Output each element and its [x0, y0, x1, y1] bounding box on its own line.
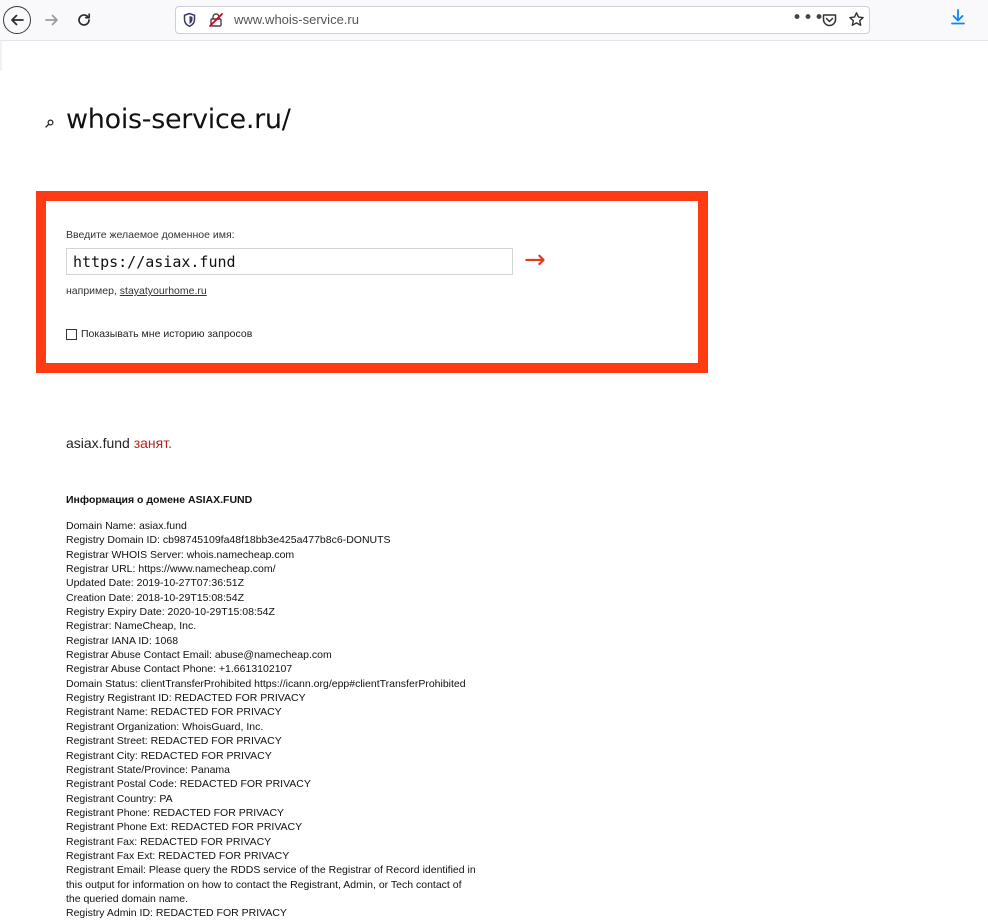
whois-line: the queried domain name. [66, 892, 188, 905]
whois-line: Registrant Fax Ext: REDACTED FOR PRIVACY [66, 849, 290, 862]
whois-line: Domain Name: asiax.fund [66, 520, 187, 532]
site-title[interactable]: whois-service.ru/ [66, 104, 291, 135]
arrow-left-icon [11, 14, 24, 26]
whois-line: Registrant Country: PA [66, 792, 173, 805]
history-label: Показывать мне историю запросов [81, 328, 253, 340]
domain-search-form: Введите желаемое доменное имя: → наприме… [36, 191, 708, 373]
magnifier-icon [45, 117, 54, 131]
page-edge [0, 41, 2, 71]
whois-line: Registrar Abuse Contact Email: abuse@nam… [66, 649, 332, 662]
tracking-shield-icon[interactable] [182, 12, 197, 32]
insecure-lock-icon[interactable] [208, 12, 224, 32]
whois-line: Registrant Organization: WhoisGuard, Inc… [66, 720, 264, 733]
whois-line: Registrant Street: REDACTED FOR PRIVACY [66, 735, 282, 748]
submit-arrow-button[interactable]: → [524, 246, 546, 274]
whois-line: Updated Date: 2019-10-27T07:36:51Z [66, 577, 245, 590]
arrow-right-icon [45, 14, 58, 26]
whois-line: Registrar Abuse Contact Phone: +1.661310… [66, 663, 293, 676]
whois-line: Registrar IANA ID: 1068 [66, 634, 179, 647]
whois-line: Registry Admin ID: REDACTED FOR PRIVACY [66, 907, 287, 920]
reload-button[interactable] [70, 6, 98, 34]
whois-line: Registrant Postal Code: REDACTED FOR PRI… [66, 778, 311, 791]
example-hint: например, stayatyourhome.ru [66, 285, 207, 297]
whois-line: Registrant City: REDACTED FOR PRIVACY [66, 749, 272, 762]
whois-line: Registrant Email: Please query the RDDS … [66, 864, 476, 877]
download-button[interactable] [950, 8, 966, 30]
domain-prompt-label: Введите желаемое доменное имя: [66, 229, 235, 241]
whois-line: Creation Date: 2018-10-29T15:08:54Z [66, 591, 245, 604]
toolbar-divider [0, 40, 988, 41]
whois-line: Registrant Name: REDACTED FOR PRIVACY [66, 706, 282, 719]
history-checkbox[interactable] [66, 328, 77, 340]
pocket-icon[interactable] [821, 12, 838, 32]
example-prefix: например, [66, 285, 117, 297]
domain-input[interactable] [66, 248, 513, 275]
address-bar[interactable]: www.whois-service.ru ••• [175, 6, 870, 34]
whois-line: Registrant Phone: REDACTED FOR PRIVACY [66, 806, 285, 819]
whois-line: Registrant State/Province: Panama [66, 763, 231, 776]
whois-record: Domain Name: asiax.fund Registry Domain I… [66, 519, 526, 921]
whois-line: Registry Expiry Date: 2020-10-29T15:08:5… [66, 606, 275, 619]
forward-button[interactable] [38, 6, 66, 34]
domain-status-line: asiax.fund занят. [66, 435, 172, 451]
star-icon[interactable] [848, 11, 865, 32]
history-toggle[interactable]: Показывать мне историю запросов [66, 328, 252, 340]
url-text[interactable]: www.whois-service.ru [234, 12, 359, 27]
whois-line: Registrar WHOIS Server: whois.namecheap.… [66, 548, 295, 561]
whois-info-title: Информация о домене ASIAX.FUND [66, 494, 253, 506]
whois-line: this output for information on how to co… [66, 878, 462, 891]
whois-line: Registrant Phone Ext: REDACTED FOR PRIVA… [66, 821, 303, 834]
reload-icon [78, 13, 91, 26]
whois-line: Registry Domain ID: cb98745109fa48f18bb3… [66, 534, 391, 547]
back-button[interactable] [3, 6, 31, 34]
example-domain-link[interactable]: stayatyourhome.ru [120, 285, 207, 297]
browser-toolbar: www.whois-service.ru ••• [0, 0, 988, 40]
whois-line: Domain Status: clientTransferProhibited … [66, 677, 466, 690]
status-badge: занят. [133, 435, 172, 451]
whois-line: Registrar URL: https://www.namecheap.com… [66, 563, 276, 576]
whois-line: Registrar: NameCheap, Inc. [66, 620, 197, 633]
result-domain: asiax.fund [66, 435, 130, 451]
whois-line: Registry Registrant ID: REDACTED FOR PRI… [66, 692, 306, 705]
whois-line: Registrant Fax: REDACTED FOR PRIVACY [66, 835, 272, 848]
download-icon [951, 9, 965, 25]
